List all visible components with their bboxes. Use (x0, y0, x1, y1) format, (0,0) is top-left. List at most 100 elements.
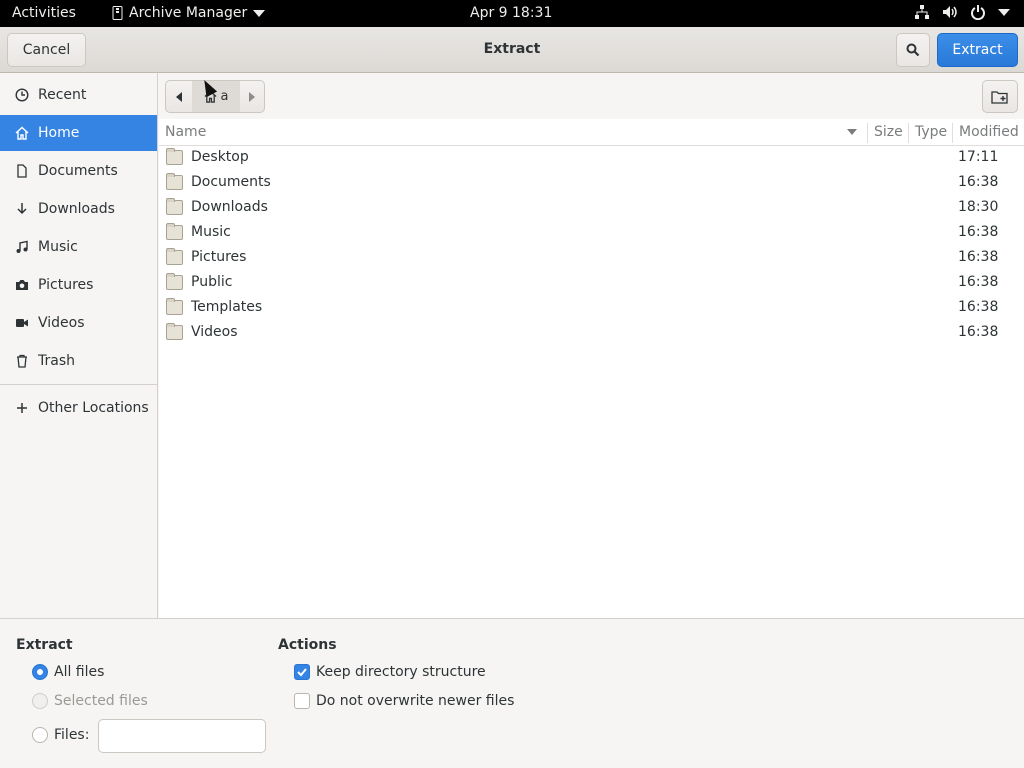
sidebar-item-other-locations[interactable]: Other Locations (0, 390, 157, 426)
app-menu[interactable]: Archive Manager (112, 5, 266, 21)
files-pattern-radio[interactable]: Files: (32, 727, 89, 743)
power-icon (971, 5, 985, 20)
file-modified: 16:38 (958, 274, 999, 290)
folder-icon (166, 148, 183, 165)
folder-icon (166, 248, 183, 265)
volume-icon (943, 6, 957, 18)
file-modified: 16:38 (958, 174, 999, 190)
path-home-label: a (220, 89, 229, 104)
sidebar-item-documents[interactable]: Documents (0, 153, 157, 189)
selected-files-radio[interactable]: Selected files (32, 693, 148, 709)
path-back-button[interactable] (166, 81, 192, 112)
checkmark-icon (297, 668, 307, 677)
selected-files-label: Selected files (54, 693, 148, 709)
activities-button[interactable]: Activities (12, 5, 76, 21)
folder-icon (166, 298, 183, 315)
extract-button[interactable]: Extract (937, 33, 1018, 67)
file-name: Public (191, 274, 233, 290)
checkbox-checked-indicator (294, 664, 310, 680)
folder-icon (166, 223, 183, 240)
column-header-type[interactable]: Type (915, 124, 947, 140)
system-tray[interactable] (914, 4, 1010, 20)
sidebar-item-label: Trash (38, 353, 75, 369)
document-icon (15, 164, 29, 178)
file-modified: 16:38 (958, 224, 999, 240)
sidebar-item-label: Pictures (38, 277, 94, 293)
trash-icon (15, 354, 29, 368)
header-bar: Cancel Extract Extract (0, 27, 1024, 73)
file-name: Templates (191, 299, 263, 315)
archive-icon (112, 6, 123, 20)
sidebar-item-label: Home (38, 125, 80, 141)
file-row-public[interactable]: Public 16:38 (159, 271, 1024, 296)
sidebar-item-home[interactable]: Home (0, 115, 157, 151)
files-pattern-input[interactable] (98, 719, 266, 753)
checkbox-indicator (294, 693, 310, 709)
file-row-documents[interactable]: Documents 16:38 (159, 171, 1024, 196)
radio-checked-indicator (32, 664, 48, 680)
search-button[interactable] (896, 33, 930, 67)
column-header-size[interactable]: Size (874, 124, 903, 140)
files-label: Files: (54, 727, 90, 743)
file-name: Music (191, 224, 231, 240)
file-row-desktop[interactable]: Desktop 17:11 (159, 146, 1024, 171)
file-modified: 17:11 (958, 149, 999, 165)
file-row-pictures[interactable]: Pictures 16:38 (159, 246, 1024, 271)
sidebar-item-music[interactable]: Music (0, 229, 157, 265)
file-name: Videos (191, 324, 238, 340)
new-folder-button[interactable] (982, 80, 1018, 113)
sidebar-item-trash[interactable]: Trash (0, 343, 157, 379)
places-sidebar: Recent Home Documents Downloads Music Pi… (0, 73, 158, 618)
file-modified: 18:30 (958, 199, 999, 215)
all-files-label: All files (54, 664, 105, 680)
sidebar-item-label: Downloads (38, 201, 115, 217)
sidebar-item-downloads[interactable]: Downloads (0, 191, 157, 227)
clock-icon (15, 88, 29, 102)
sidebar-item-label: Recent (38, 87, 87, 103)
path-buttons: a (165, 80, 265, 113)
file-browser: a Name Size Type Modified Desktop 17:11 … (159, 73, 1024, 618)
no-overwrite-label: Do not overwrite newer files (316, 693, 515, 709)
chevron-right-icon (249, 91, 255, 102)
sidebar-item-pictures[interactable]: Pictures (0, 267, 157, 303)
keep-structure-label: Keep directory structure (316, 664, 486, 680)
video-icon (15, 316, 29, 330)
file-name: Downloads (191, 199, 268, 215)
column-separator (908, 123, 909, 143)
sidebar-item-label: Music (38, 239, 78, 255)
plus-icon (15, 401, 29, 415)
clock[interactable]: Apr 9 18:31 (470, 5, 552, 21)
extract-options: Extract All files Selected files Files: … (0, 618, 1024, 768)
all-files-radio[interactable]: All files (32, 664, 104, 680)
path-home-button[interactable]: a (192, 81, 240, 112)
column-header-modified[interactable]: Modified (959, 124, 1019, 140)
no-overwrite-checkbox[interactable]: Do not overwrite newer files (294, 693, 514, 709)
folder-icon (166, 273, 183, 290)
file-row-downloads[interactable]: Downloads 18:30 (159, 196, 1024, 221)
radio-disabled-indicator (32, 693, 48, 709)
column-header-name[interactable]: Name (165, 124, 206, 140)
file-row-templates[interactable]: Templates 16:38 (159, 296, 1024, 321)
camera-icon (15, 278, 29, 292)
sidebar-item-recent[interactable]: Recent (0, 77, 157, 113)
file-row-videos[interactable]: Videos 16:38 (159, 321, 1024, 346)
home-icon (15, 126, 29, 140)
sidebar-item-videos[interactable]: Videos (0, 305, 157, 341)
network-icon (915, 5, 929, 19)
folder-icon (166, 198, 183, 215)
search-icon (906, 43, 920, 57)
path-forward-button[interactable] (240, 81, 264, 112)
download-icon (15, 202, 29, 216)
sort-descending-icon (847, 129, 857, 135)
file-name: Pictures (191, 249, 247, 265)
actions-section-title: Actions (278, 637, 337, 653)
music-icon (15, 240, 29, 254)
file-name: Documents (191, 174, 271, 190)
path-bar: a (159, 73, 1024, 119)
file-modified: 16:38 (958, 299, 999, 315)
radio-indicator (32, 727, 48, 743)
file-row-music[interactable]: Music 16:38 (159, 221, 1024, 246)
file-modified: 16:38 (958, 324, 999, 340)
folder-icon (166, 323, 183, 340)
keep-structure-checkbox[interactable]: Keep directory structure (294, 664, 486, 680)
